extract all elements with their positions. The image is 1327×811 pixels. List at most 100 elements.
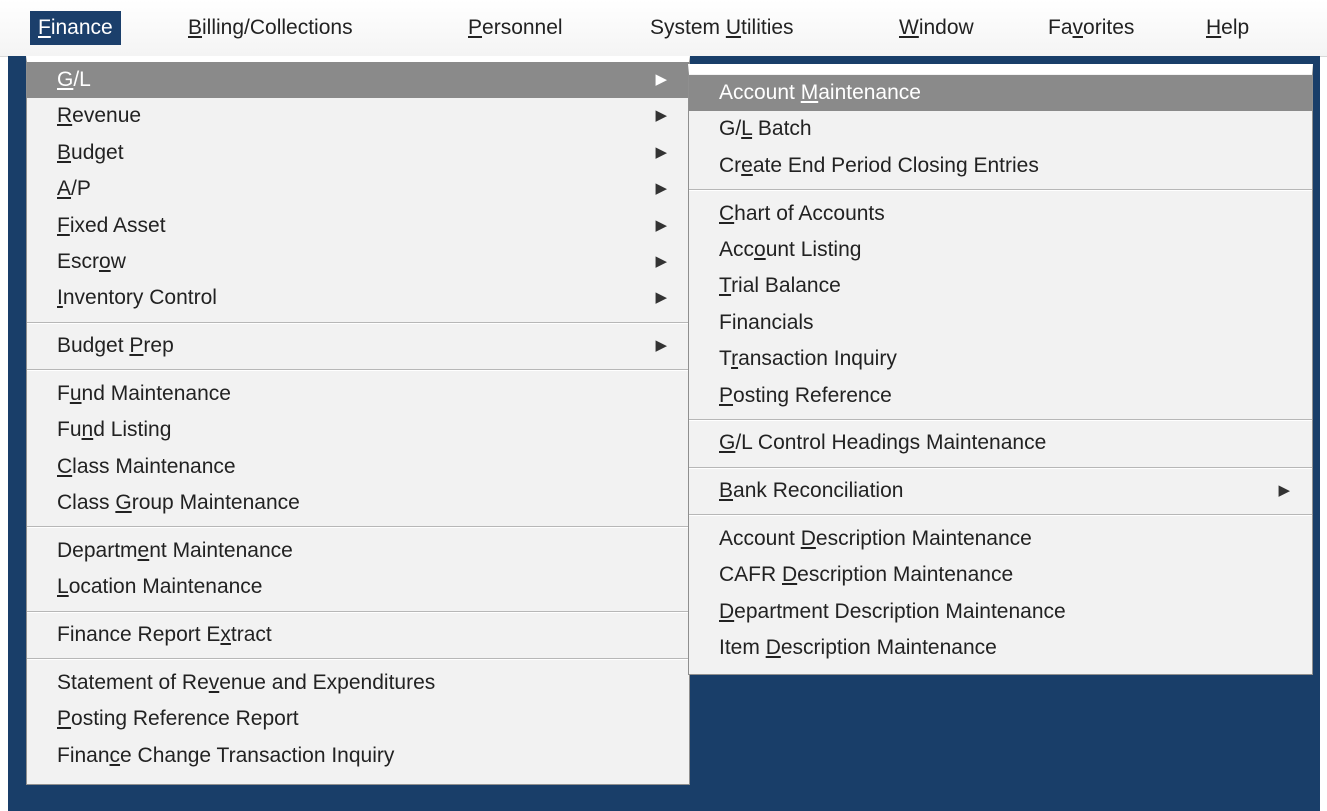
menu-item-fixed-asset[interactable]: Fixed Asset ▶ <box>27 208 689 244</box>
menu-item-posting-reference-report[interactable]: Posting Reference Report <box>27 701 689 737</box>
gl-submenu: Account Maintenance G/L Batch Create End P… <box>688 64 1313 675</box>
menu-item-finance-change-transaction-inquiry[interactable]: Finance Change Transaction Inquiry <box>27 738 689 774</box>
menu-item-label: Fund Listing <box>57 418 172 442</box>
menu-item-label: Department Description Maintenance <box>719 599 1066 623</box>
menu-item-class-group-maintenance[interactable]: Class Group Maintenance <box>27 485 689 521</box>
menu-item-label: Finance Report Extract <box>57 623 272 647</box>
menu-separator <box>27 610 689 613</box>
menu-item-cafr-description-maintenance[interactable]: CAFR Description Maintenance <box>689 557 1312 593</box>
menu-item-bank-reconciliation[interactable]: Bank Reconciliation ▶ <box>689 473 1312 509</box>
menu-item-chart-of-accounts[interactable]: Chart of Accounts <box>689 196 1312 232</box>
menu-item-label: Favorites <box>1048 16 1135 39</box>
menu-item-label: Escrow <box>57 250 126 273</box>
finance-menu: G/L ▶ Revenue ▶ Budget ▶ A/P ▶ Fixed Asset ▶ Escro… <box>26 56 690 785</box>
menu-item-posting-reference[interactable]: Posting Reference <box>689 378 1312 414</box>
submenu-arrow-icon: ▶ <box>655 253 667 270</box>
submenu-arrow-icon: ▶ <box>655 216 667 234</box>
menu-item-inventory-control[interactable]: Inventory Control ▶ <box>27 280 689 316</box>
menu-item-department-description-maintenance[interactable]: Department Description Maintenance <box>689 594 1312 630</box>
menu-item-label: Budget <box>57 140 124 164</box>
menu-item-label: Class Group Maintenance <box>57 491 300 515</box>
menu-item-label: Account Listing <box>719 238 862 261</box>
menubar-system-utilities[interactable]: System Utilities <box>642 11 802 45</box>
submenu-arrow-icon: ▶ <box>655 289 667 307</box>
menu-item-budget-prep[interactable]: Budget Prep ▶ <box>27 328 689 364</box>
menu-item-label: Department Maintenance <box>57 539 293 562</box>
menu-item-label: Budget Prep <box>57 334 174 358</box>
menu-item-g-l-control-headings-maintenance[interactable]: G/L Control Headings Maintenance <box>689 425 1312 461</box>
menu-item-fund-maintenance[interactable]: Fund Maintenance <box>27 376 689 412</box>
menu-item-label: Item Description Maintenance <box>719 636 997 660</box>
menu-item-escrow[interactable]: Escrow ▶ <box>27 244 689 280</box>
menu-item-label: Personnel <box>468 16 563 39</box>
menu-item-item-description-maintenance[interactable]: Item Description Maintenance <box>689 630 1312 666</box>
menu-item-label: Financials <box>719 310 814 334</box>
menu-item-label: Bank Reconciliation <box>719 479 904 503</box>
menu-item-department-maintenance[interactable]: Department Maintenance <box>27 533 689 569</box>
menubar-personnel[interactable]: Personnel <box>460 11 571 45</box>
menu-item-label: System Utilities <box>650 16 794 39</box>
menu-item-label: G/L Batch <box>719 117 812 141</box>
menu-item-g-l-batch[interactable]: G/L Batch <box>689 111 1312 147</box>
menu-item-label: A/P <box>57 177 91 201</box>
menu-item-label: Account Description Maintenance <box>719 527 1032 550</box>
menu-separator <box>689 418 1312 421</box>
menu-item-statement-of-revenue-and-expenditures[interactable]: Statement of Revenue and Expenditures <box>27 665 689 701</box>
menu-item-label: G/L Control Headings Maintenance <box>719 431 1047 455</box>
menu-item-finance-report-extract[interactable]: Finance Report Extract <box>27 617 689 653</box>
menu-item-label: Location Maintenance <box>57 575 263 599</box>
menu-item-financials[interactable]: Financials <box>689 305 1312 341</box>
menu-item-label: Posting Reference Report <box>57 707 299 731</box>
menu-item-location-maintenance[interactable]: Location Maintenance <box>27 569 689 605</box>
menu-item-label: Fixed Asset <box>57 213 166 237</box>
menu-item-transaction-inquiry[interactable]: Transaction Inquiry <box>689 341 1312 377</box>
menu-item-g-l[interactable]: G/L ▶ <box>27 62 689 98</box>
menu-separator <box>689 514 1312 517</box>
submenu-arrow-icon: ▶ <box>655 337 667 355</box>
menu-item-label: Window <box>899 16 974 39</box>
menu-item-account-listing[interactable]: Account Listing <box>689 232 1312 268</box>
submenu-arrow-icon: ▶ <box>655 180 667 198</box>
menu-item-label: Account Maintenance <box>719 81 921 104</box>
menubar-help[interactable]: Help <box>1198 11 1257 45</box>
menu-item-label: Revenue <box>57 104 142 128</box>
menu-item-label: Trial Balance <box>719 274 841 298</box>
menu-item-label: Posting Reference <box>719 383 892 407</box>
submenu-arrow-icon: ▶ <box>655 71 667 88</box>
menu-item-label: Create End Period Closing Entries <box>719 153 1039 177</box>
menubar-billing-collections[interactable]: Billing/Collections <box>180 11 361 45</box>
menu-item-budget[interactable]: Budget ▶ <box>27 135 689 171</box>
menu-item-label: Billing/Collections <box>188 16 353 39</box>
menu-separator <box>27 658 689 661</box>
menu-item-label: G/L <box>57 68 91 91</box>
menu-bar: Finance Billing/Collections Personnel Syste… <box>0 0 1327 57</box>
menu-separator <box>27 526 689 529</box>
menu-item-revenue[interactable]: Revenue ▶ <box>27 98 689 134</box>
menu-item-account-description-maintenance[interactable]: Account Description Maintenance <box>689 521 1312 557</box>
submenu-arrow-icon: ▶ <box>1278 482 1290 500</box>
menubar-window[interactable]: Window <box>891 11 982 45</box>
menu-item-label: Chart of Accounts <box>719 201 885 225</box>
menubar-favorites[interactable]: Favorites <box>1040 11 1142 45</box>
menu-item-account-maintenance[interactable]: Account Maintenance <box>689 75 1312 111</box>
menu-separator <box>27 369 689 372</box>
menu-item-class-maintenance[interactable]: Class Maintenance <box>27 449 689 485</box>
menu-item-create-end-period-closing-entries[interactable]: Create End Period Closing Entries <box>689 148 1312 184</box>
menubar-finance[interactable]: Finance <box>30 11 121 45</box>
menu-item-label: Class Maintenance <box>57 454 236 478</box>
menu-item-label: Finance Change Transaction Inquiry <box>57 743 395 767</box>
menu-item-label: Finance <box>38 16 113 39</box>
menu-item-a-p[interactable]: A/P ▶ <box>27 171 689 207</box>
menu-separator <box>689 188 1312 191</box>
menu-separator <box>27 321 689 324</box>
menu-item-label: Statement of Revenue and Expenditures <box>57 671 436 694</box>
submenu-arrow-icon: ▶ <box>655 143 667 161</box>
menu-item-label: CAFR Description Maintenance <box>719 563 1014 587</box>
menu-item-label: Fund Maintenance <box>57 382 231 405</box>
menu-item-fund-listing[interactable]: Fund Listing <box>27 412 689 448</box>
menu-item-trial-balance[interactable]: Trial Balance <box>689 268 1312 304</box>
menu-item-label: Inventory Control <box>57 286 217 310</box>
menu-item-label: Transaction Inquiry <box>719 347 897 371</box>
menu-item-label: Help <box>1206 16 1250 39</box>
submenu-arrow-icon: ▶ <box>655 107 667 125</box>
